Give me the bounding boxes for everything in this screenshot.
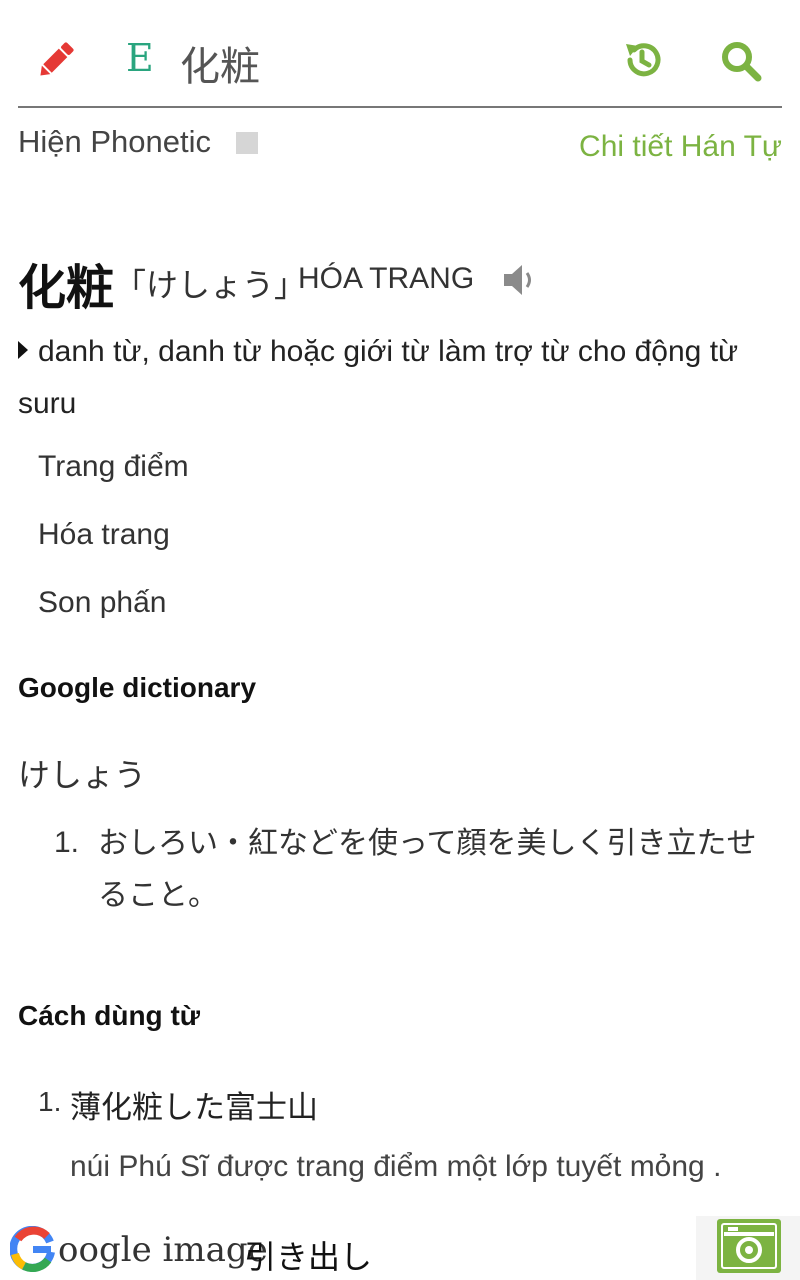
search-button[interactable]	[718, 38, 764, 84]
pronounce-button[interactable]	[500, 260, 540, 300]
han-tu-detail-link[interactable]: Chi tiết Hán Tự	[579, 130, 782, 164]
search-icon	[722, 42, 762, 82]
example-japanese: 薄化粧した富士山	[70, 1090, 318, 1126]
example-number: 1.	[38, 1086, 62, 1117]
hikidashi-label: 引き出し	[244, 1238, 373, 1276]
toolbar	[0, 0, 800, 108]
pencil-icon	[40, 42, 74, 76]
meaning-item: Hóa trang	[38, 518, 170, 551]
definition-text: おしろい・紅などを使って顔を美しく引き立たせること。	[98, 826, 757, 913]
example-vietnamese: núi Phú Sĩ được trang điểm một lớp tuyết…	[70, 1150, 722, 1183]
phonetic-toggle-label: Hiện Phonetic	[18, 124, 212, 159]
entry-reading: 「けしょう」	[114, 266, 307, 304]
phonetic-checkbox[interactable]	[236, 132, 258, 154]
google-g-icon	[9, 1225, 56, 1272]
camera-icon	[716, 1218, 782, 1274]
definition-number: 1.	[54, 826, 80, 859]
google-dictionary-reading: けしょう	[18, 756, 147, 794]
language-badge: E	[126, 36, 154, 80]
header-divider	[18, 106, 782, 108]
meaning-item: Trang điểm	[38, 450, 189, 483]
entry-hanviet: HÓA TRANG	[298, 262, 475, 295]
part-of-speech-text: danh từ, danh từ hoặc giới từ làm trợ từ…	[18, 335, 739, 420]
meaning-item: Son phấn	[38, 586, 167, 619]
history-button[interactable]	[620, 38, 664, 82]
header-word: 化粧	[180, 44, 260, 90]
google-dictionary-title: Google dictionary	[18, 672, 257, 703]
speaker-icon	[504, 265, 531, 295]
entry-word: 化粧	[18, 260, 115, 316]
part-of-speech: danh từ, danh từ hoặc giới từ làm trợ từ…	[18, 326, 788, 430]
expand-arrow-icon	[18, 341, 28, 359]
history-icon	[626, 43, 661, 77]
google-image-label: oogle image	[58, 1230, 268, 1270]
usage-title: Cách dùng từ	[18, 1000, 201, 1031]
edit-button[interactable]	[34, 38, 78, 82]
